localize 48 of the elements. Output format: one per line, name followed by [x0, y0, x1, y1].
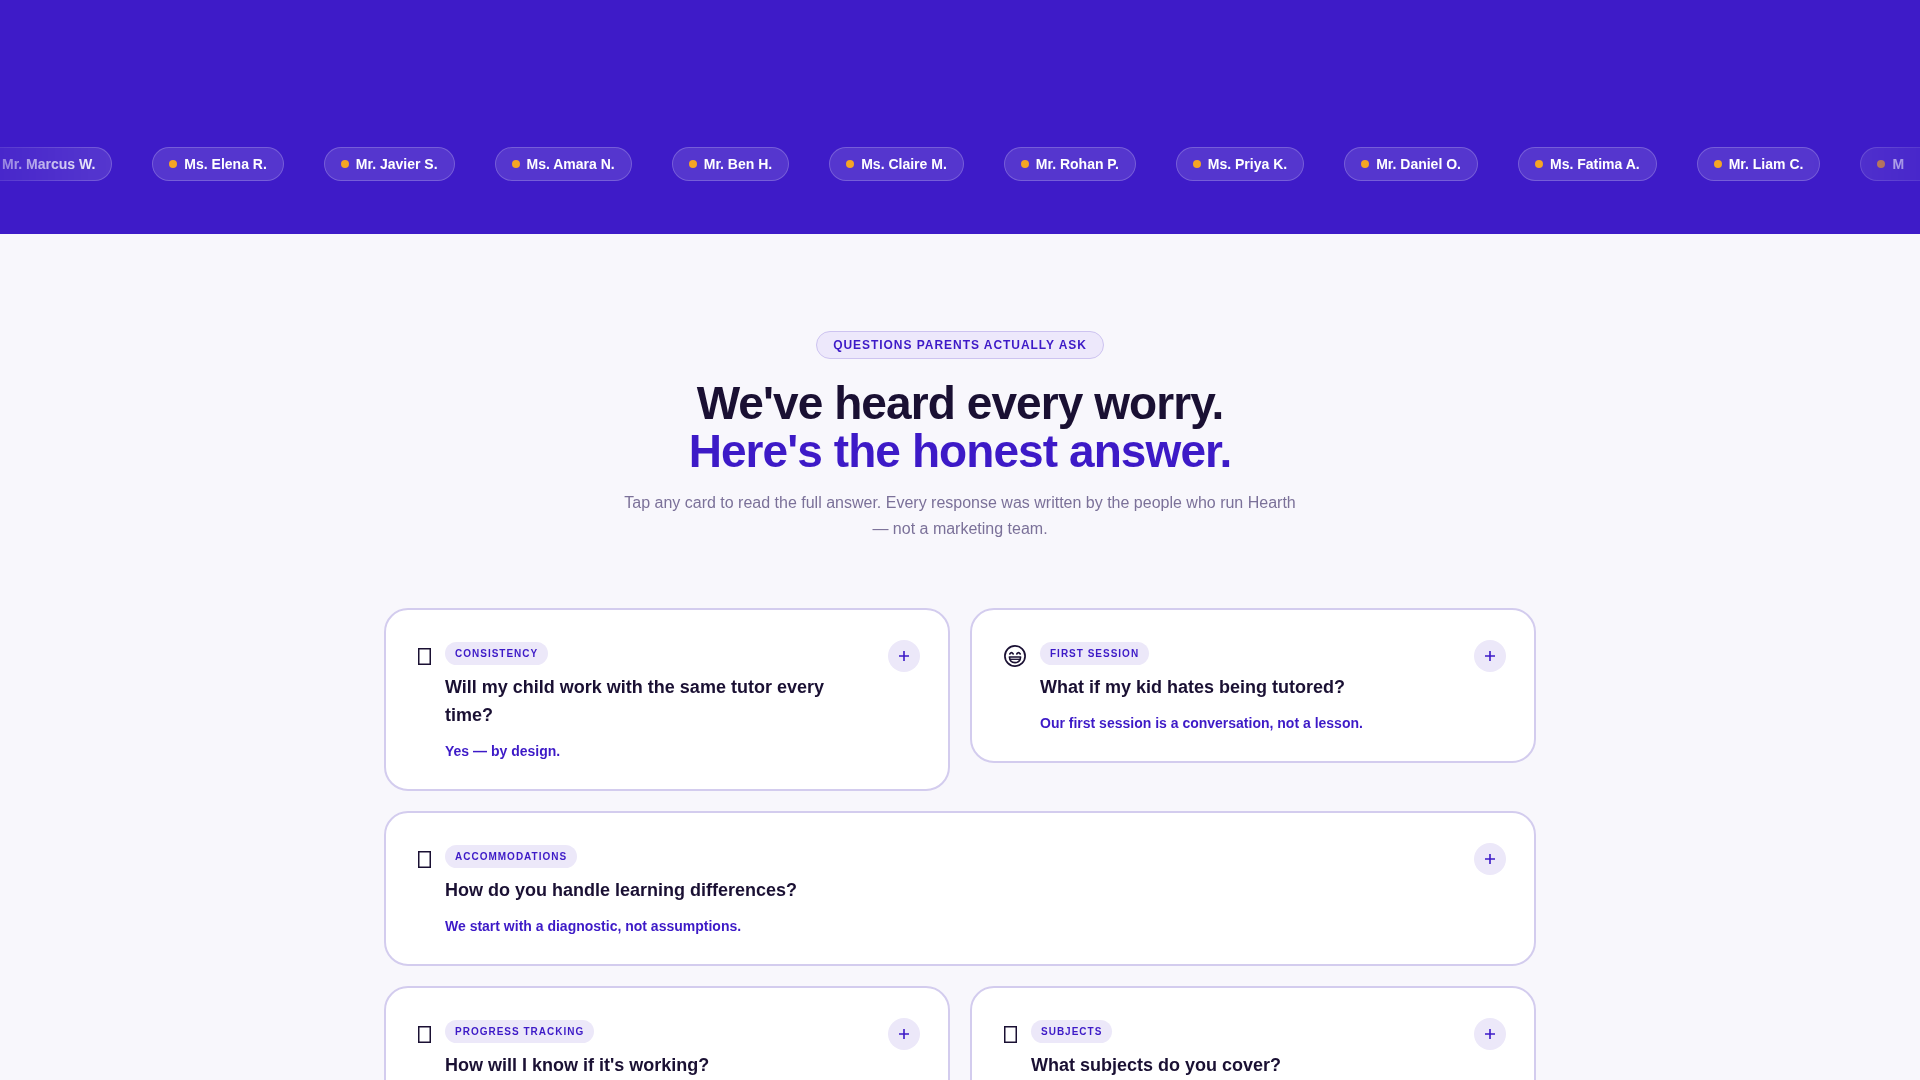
- plus-icon: [899, 651, 909, 661]
- category-tag: CONSISTENCY: [445, 642, 549, 665]
- chip-label: Mr. Ben H.: [703, 154, 773, 174]
- category-tag: SUBJECTS: [1031, 1020, 1113, 1043]
- question: How do you handle learning differences?: [445, 879, 798, 902]
- expand-button[interactable]: [1474, 1018, 1506, 1050]
- chip-label: Ms. Claire M.: [861, 154, 947, 174]
- empty-box-icon: [418, 850, 431, 868]
- chip-label: Ms. Fatima A.: [1549, 154, 1640, 174]
- faq-card[interactable]: SUBJECTS What subjects do you cover?: [970, 986, 1536, 1080]
- expand-button[interactable]: [888, 640, 920, 672]
- chip-label: Ms. Amara N.: [526, 154, 615, 174]
- tutor-chip: Mr. Marcus W.: [0, 147, 113, 181]
- plus-icon: [899, 1029, 909, 1039]
- chip-label: Mr. Rohan P.: [1035, 154, 1119, 174]
- question: How will I know if it's working?: [445, 1054, 710, 1077]
- category-tag: FIRST SESSION: [1040, 642, 1150, 665]
- answer-preview: Our first session is a conversation, not a lesson.: [1040, 714, 1363, 733]
- faq-card[interactable]: PROGRESS TRACKING How will I know if it's working?: [384, 986, 950, 1080]
- chip-label: Ms. Elena R.: [184, 154, 267, 174]
- chip-label: Mr. Javier S.: [355, 154, 438, 174]
- empty-box-icon: [1004, 1025, 1017, 1043]
- chip-label: Ms. Priya K.: [1207, 154, 1288, 174]
- plus-icon: [1485, 651, 1495, 661]
- plus-icon: [1485, 854, 1495, 864]
- headline: We've heard every worry.: [696, 379, 1224, 427]
- question: What subjects do you cover?: [1031, 1054, 1282, 1077]
- section-badge: QUESTIONS PARENTS ACTUALLY ASK: [816, 331, 1104, 359]
- plus-icon: [1485, 1029, 1495, 1039]
- subtitle: Tap any card to read the full answer. Every response was written by the people who run Hearth — not a marketing team.: [623, 493, 1297, 539]
- chip-label: Mr. Daniel O.: [1376, 154, 1461, 174]
- chip-label: M: [1892, 154, 1905, 174]
- question: Will my child work with the same tutor every time?: [445, 676, 825, 727]
- question: What if my kid hates being tutored?: [1040, 676, 1345, 699]
- empty-box-icon: [418, 647, 431, 665]
- faq-card[interactable]: ACCOMMODATIONS How do you handle learning differences? We start with a diagnostic, not assumptions.: [384, 811, 1536, 966]
- answer-preview: Yes — by design.: [445, 742, 561, 761]
- expand-button[interactable]: [1474, 640, 1506, 672]
- category-tag: ACCOMMODATIONS: [445, 845, 578, 868]
- expand-button[interactable]: [1474, 843, 1506, 875]
- expand-button[interactable]: [888, 1018, 920, 1050]
- answer-preview: We start with a diagnostic, not assumptions.: [445, 917, 742, 936]
- faq-card[interactable]: CONSISTENCY Will my child work with the same tutor every time? Yes — by design.: [384, 608, 950, 791]
- grinning-face-icon: [1004, 645, 1026, 667]
- faq-card[interactable]: FIRST SESSION What if my kid hates being tutored? Our first session is a conversation, not a lesson.: [970, 608, 1536, 763]
- category-tag: PROGRESS TRACKING: [445, 1020, 595, 1043]
- empty-box-icon: [418, 1025, 431, 1043]
- chip-label: Mr. Liam C.: [1728, 154, 1804, 174]
